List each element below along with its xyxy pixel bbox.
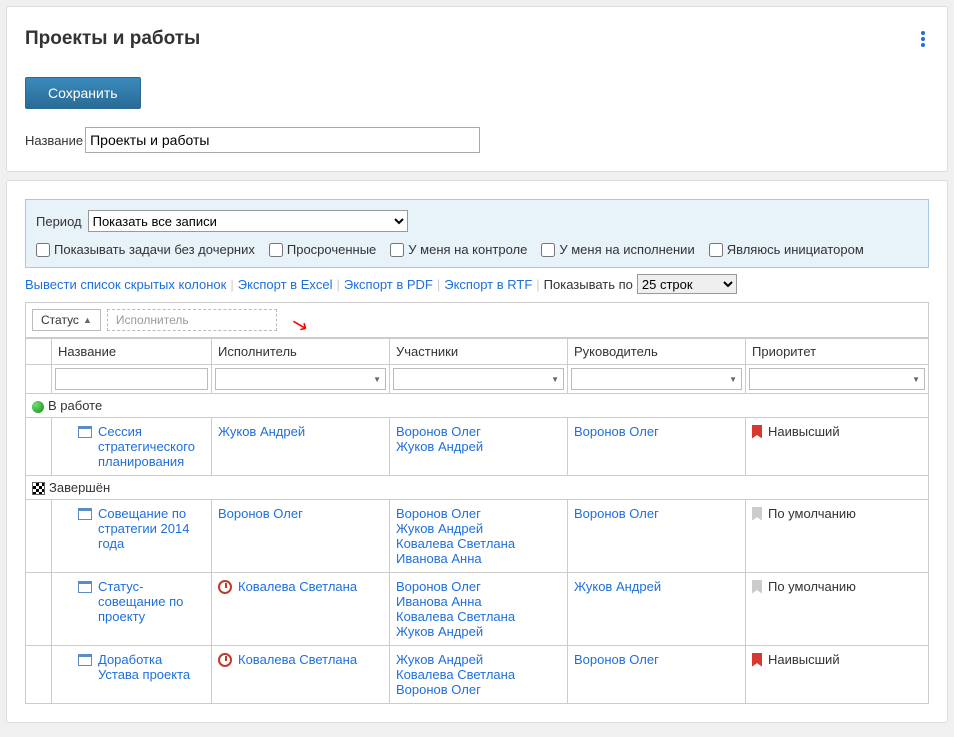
group-chip-status[interactable]: Статус ▲ <box>32 309 101 331</box>
group-label: В работе <box>48 398 102 413</box>
executor-link[interactable]: Ковалева Светлана <box>238 652 357 667</box>
group-row[interactable]: В работе <box>26 394 929 418</box>
name-input[interactable] <box>85 127 480 153</box>
check-overdue[interactable]: Просроченные <box>269 242 376 257</box>
group-row[interactable]: Завершён <box>26 476 929 500</box>
col-priority[interactable]: Приоритет <box>746 339 929 365</box>
filter-lead[interactable]: ▼ <box>571 368 742 390</box>
kebab-menu-icon[interactable] <box>917 25 929 53</box>
col-executor[interactable]: Исполнитель <box>212 339 390 365</box>
period-label: Период <box>36 214 82 229</box>
table-row: Совещание по стратегии 2014 года Воронов … <box>26 500 929 573</box>
clock-icon <box>218 653 232 667</box>
participant-link[interactable]: Иванова Анна <box>396 551 482 566</box>
clock-icon <box>218 580 232 594</box>
col-expand[interactable] <box>26 339 52 365</box>
participant-link[interactable]: Иванова Анна <box>396 594 482 609</box>
participant-link[interactable]: Ковалева Светлана <box>396 536 515 551</box>
chevron-down-icon: ▼ <box>912 375 920 384</box>
executor-link[interactable]: Воронов Олег <box>218 506 303 521</box>
name-label: Название <box>25 133 83 148</box>
filter-panel: Период Показать все записи Показывать за… <box>25 199 929 268</box>
export-pdf-link[interactable]: Экспорт в PDF <box>344 277 433 292</box>
priority-icon <box>752 507 762 521</box>
task-link[interactable]: Совещание по стратегии 2014 года <box>98 506 205 551</box>
status-done-icon <box>32 482 45 495</box>
lead-link[interactable]: Воронов Олег <box>574 652 659 667</box>
grid-card: Период Показать все записи Показывать за… <box>6 180 948 723</box>
task-link[interactable]: Сессия стратегического планирования <box>98 424 205 469</box>
participant-link[interactable]: Жуков Андрей <box>396 624 483 639</box>
check-my-exec[interactable]: У меня на исполнении <box>541 242 694 257</box>
participant-link[interactable]: Ковалева Светлана <box>396 609 515 624</box>
participant-link[interactable]: Жуков Андрей <box>396 652 483 667</box>
lead-link[interactable]: Воронов Олег <box>574 506 659 521</box>
group-panel: Статус ▲ Исполнитель ↘ <box>25 302 929 338</box>
executor-link[interactable]: Ковалева Светлана <box>238 579 357 594</box>
period-select[interactable]: Показать все записи <box>88 210 408 232</box>
task-link[interactable]: Статус-совещание по проекту <box>98 579 205 624</box>
participant-link[interactable]: Воронов Олег <box>396 424 481 439</box>
participant-link[interactable]: Жуков Андрей <box>396 439 483 454</box>
export-excel-link[interactable]: Экспорт в Excel <box>238 277 333 292</box>
check-my-control[interactable]: У меня на контроле <box>390 242 527 257</box>
priority-icon <box>752 653 762 667</box>
chevron-down-icon: ▼ <box>551 375 559 384</box>
group-drop-placeholder[interactable]: Исполнитель ↘ <box>107 309 277 331</box>
filter-executor[interactable]: ▼ <box>215 368 386 390</box>
priority-label: Наивысший <box>768 652 840 667</box>
hidden-columns-link[interactable]: Вывести список скрытых колонок <box>25 277 226 292</box>
show-by-label: Показывать по <box>544 277 633 292</box>
grid-toolbar: Вывести список скрытых колонок| Экспорт … <box>25 270 929 298</box>
col-name[interactable]: Название <box>52 339 212 365</box>
calendar-icon <box>78 654 92 666</box>
calendar-icon <box>78 581 92 593</box>
lead-link[interactable]: Жуков Андрей <box>574 579 661 594</box>
priority-icon <box>752 580 762 594</box>
page-size-select[interactable]: 25 строк <box>637 274 737 294</box>
participant-link[interactable]: Воронов Олег <box>396 682 481 697</box>
calendar-icon <box>78 426 92 438</box>
col-lead[interactable]: Руководитель <box>568 339 746 365</box>
filter-priority[interactable]: ▼ <box>749 368 925 390</box>
table-row: Доработка Устава проекта Ковалева Светлан… <box>26 646 929 704</box>
check-no-children[interactable]: Показывать задачи без дочерних <box>36 242 255 257</box>
filter-participants[interactable]: ▼ <box>393 368 564 390</box>
col-participants[interactable]: Участники <box>390 339 568 365</box>
grid-table: Название Исполнитель Участники Руководит… <box>25 338 929 704</box>
filter-row: ▼ ▼ ▼ ▼ <box>26 365 929 394</box>
participant-link[interactable]: Воронов Олег <box>396 506 481 521</box>
group-label: Завершён <box>49 480 110 495</box>
priority-label: По умолчанию <box>768 506 856 521</box>
export-rtf-link[interactable]: Экспорт в RTF <box>444 277 532 292</box>
priority-icon <box>752 425 762 439</box>
table-row: Статус-совещание по проекту Ковалева Свет… <box>26 573 929 646</box>
filter-name[interactable] <box>55 368 208 390</box>
executor-link[interactable]: Жуков Андрей <box>218 424 305 439</box>
lead-link[interactable]: Воронов Олег <box>574 424 659 439</box>
save-button[interactable]: Сохранить <box>25 77 141 109</box>
header-row: Название Исполнитель Участники Руководит… <box>26 339 929 365</box>
participant-link[interactable]: Жуков Андрей <box>396 521 483 536</box>
task-link[interactable]: Доработка Устава проекта <box>98 652 205 682</box>
annotation-arrow-icon: ↘ <box>288 310 311 338</box>
status-in-work-icon <box>32 401 44 413</box>
participant-link[interactable]: Воронов Олег <box>396 579 481 594</box>
priority-label: Наивысший <box>768 424 840 439</box>
page-title: Проекты и работы <box>25 28 200 50</box>
sort-asc-icon: ▲ <box>83 315 92 325</box>
check-initiator[interactable]: Являюсь инициатором <box>709 242 864 257</box>
participant-link[interactable]: Ковалева Светлана <box>396 667 515 682</box>
chevron-down-icon: ▼ <box>729 375 737 384</box>
chevron-down-icon: ▼ <box>373 375 381 384</box>
calendar-icon <box>78 508 92 520</box>
priority-label: По умолчанию <box>768 579 856 594</box>
table-row: Сессия стратегического планирования Жуков… <box>26 418 929 476</box>
header-card: Проекты и работы Сохранить Название <box>6 6 948 172</box>
